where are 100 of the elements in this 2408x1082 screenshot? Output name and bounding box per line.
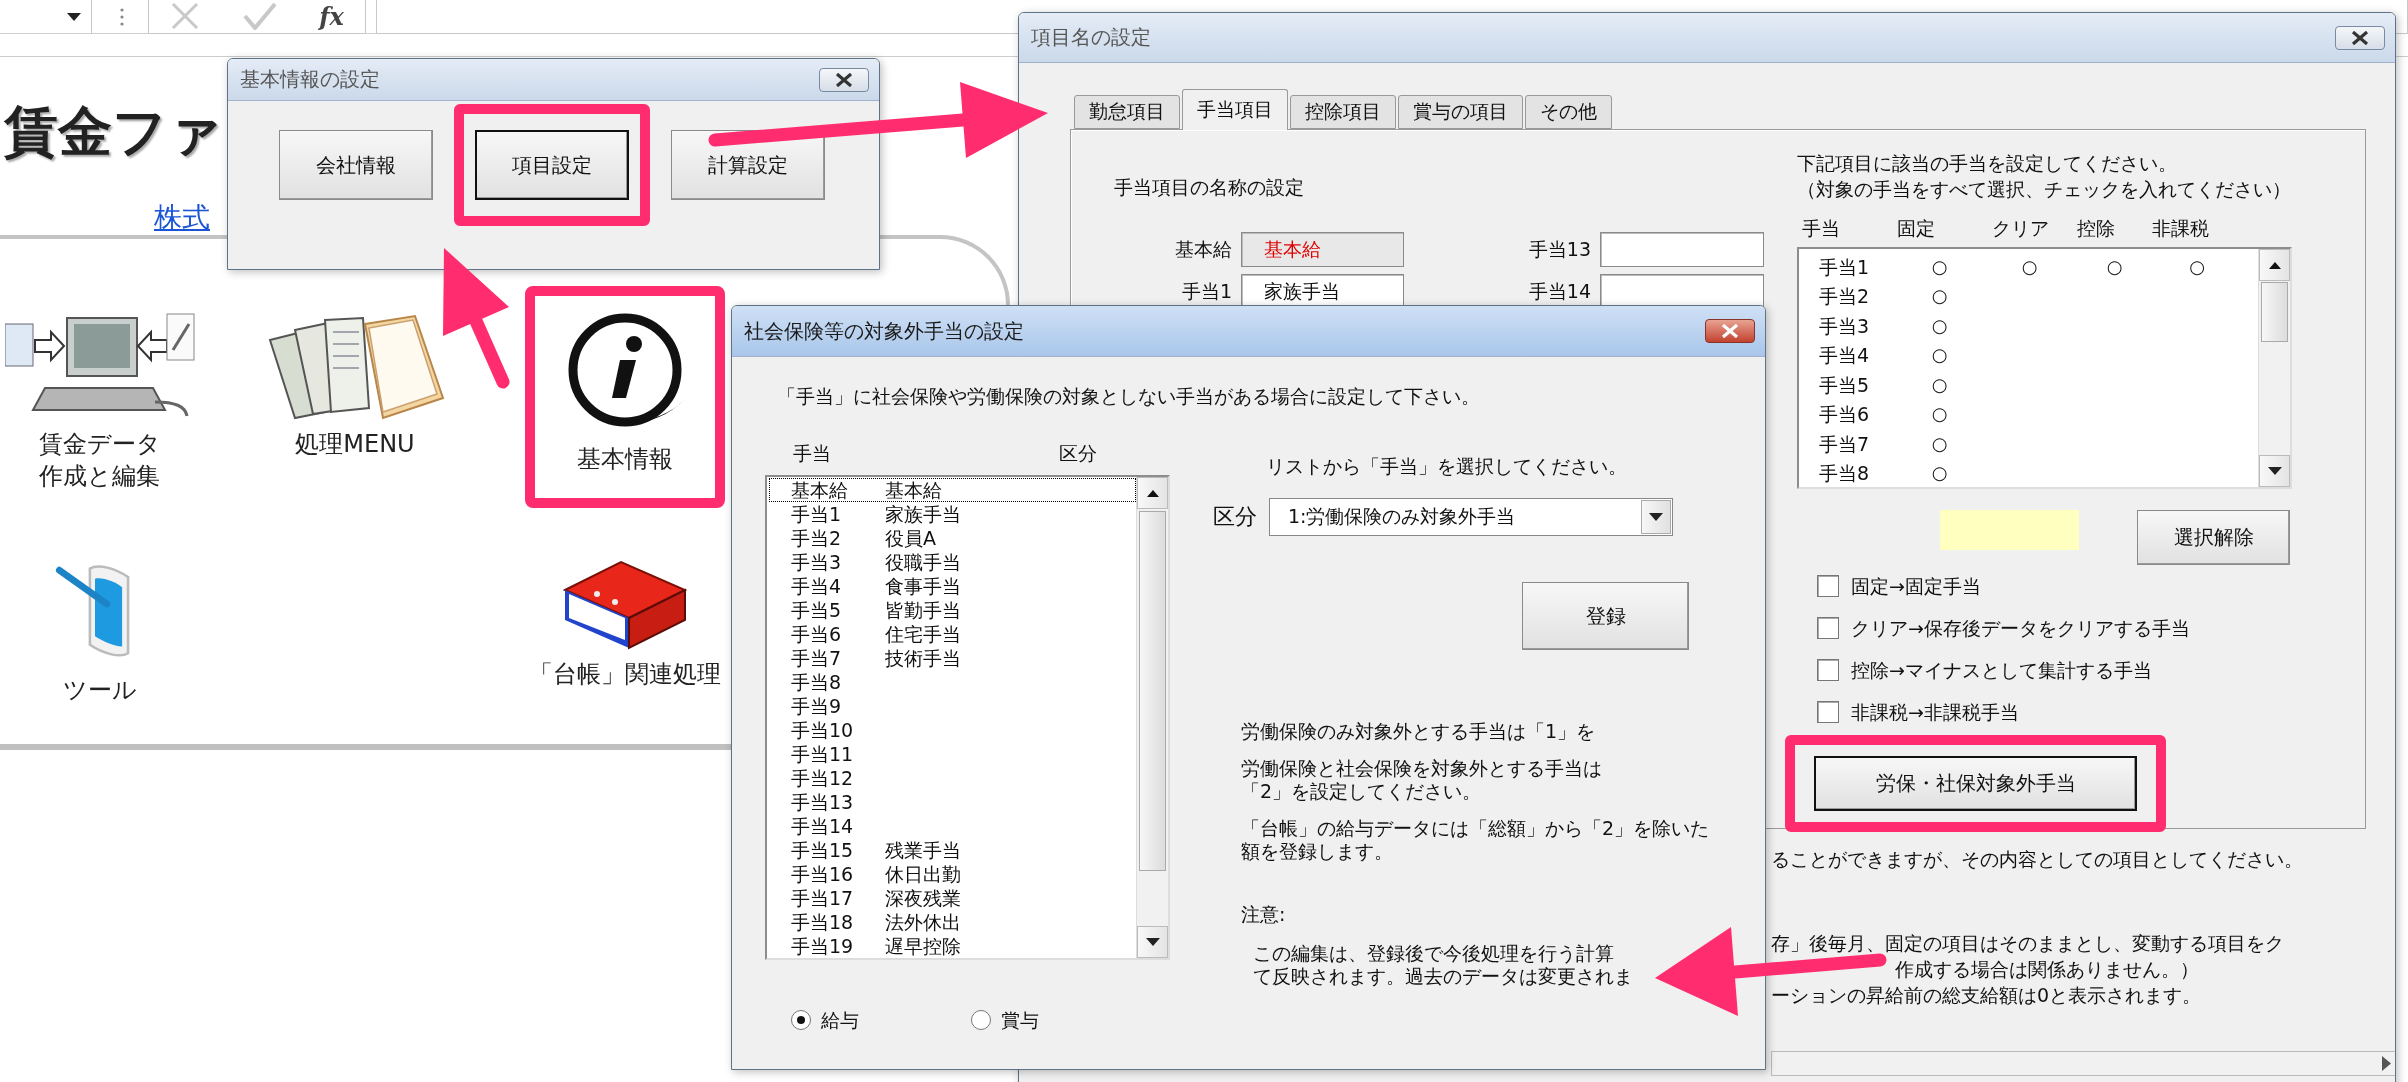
menu-item[interactable]: 「台帳」関連処理: [525, 536, 725, 716]
checkbox[interactable]: [1817, 701, 1839, 723]
vertical-scrollbar[interactable]: [1136, 477, 1168, 958]
list-item[interactable]: 手当1 家族手当: [769, 502, 1136, 526]
list-item[interactable]: 手当3 役職手当: [769, 550, 1136, 574]
dialog-button[interactable]: 項目設定: [475, 130, 629, 200]
close-button[interactable]: [819, 67, 869, 92]
menu-label: 処理MENU: [295, 429, 415, 460]
allowance-name: 手当10: [791, 718, 855, 742]
text-field[interactable]: [1600, 232, 1764, 267]
allowance-name: 手当17: [791, 886, 855, 910]
close-button[interactable]: [1705, 319, 1755, 343]
column-header: 非課税: [2152, 216, 2210, 240]
list-item[interactable]: 基本給 基本給: [769, 478, 1136, 502]
mark-symbol: ○: [1931, 254, 1948, 279]
clear-selection-button[interactable]: 選択解除: [2137, 510, 2290, 565]
tab[interactable]: 控除項目: [1290, 95, 1396, 129]
list-item[interactable]: 手当9: [769, 694, 1136, 718]
list-item[interactable]: 手当15 残業手当: [769, 838, 1136, 862]
list-item[interactable]: 手当17 深夜残業: [769, 886, 1136, 910]
tab[interactable]: 賞与の項目: [1398, 95, 1523, 129]
field-label: 手当1: [1181, 278, 1232, 304]
dropdown-caret-icon: [67, 12, 81, 21]
category-name: 法外休出: [885, 910, 962, 934]
scroll-down-icon: [2267, 467, 2282, 475]
tab[interactable]: その他: [1525, 95, 1612, 129]
category-name: 役員A: [885, 526, 937, 550]
dialog-button[interactable]: 会社情報: [279, 130, 433, 200]
register-button[interactable]: 登録: [1522, 582, 1689, 650]
menu-item[interactable]: ツール: [0, 536, 200, 716]
allowance-name: 手当7: [1819, 431, 1871, 456]
scrollbar-thumb[interactable]: [2261, 282, 2288, 342]
sheet-title: 賃金ファ: [3, 99, 222, 165]
list-item[interactable]: 手当4 食事手当: [769, 574, 1136, 598]
allowance-name: 手当2: [1819, 284, 1871, 309]
menu-label: 「台帳」関連処理: [529, 659, 721, 690]
allowance-name: 手当15: [791, 838, 855, 862]
category-name: 食事手当: [885, 574, 962, 598]
menu-label: 基本情報: [577, 444, 673, 475]
help-text: 労働保険と社会保険を対象外とする手当は「2」を設定してください。: [1241, 757, 1603, 803]
scrollbar-thumb[interactable]: [1139, 511, 1166, 871]
list-item[interactable]: 手当6 住宅手当: [769, 622, 1136, 646]
allowance-name: 手当12: [791, 766, 855, 790]
check-icon[interactable]: [242, 2, 277, 30]
allowance-name: 手当4: [1819, 343, 1871, 368]
radio-label: 賞与: [1001, 1008, 1039, 1032]
menu-item[interactable]: 処理MENU: [255, 286, 455, 508]
list-item[interactable]: 手当11: [769, 742, 1136, 766]
list-item[interactable]: 手当14: [769, 814, 1136, 838]
category-name: 技術手当: [885, 646, 962, 670]
allowance-name: 基本給: [791, 478, 849, 502]
radio-button[interactable]: [971, 1010, 991, 1030]
menu-item[interactable]: 基本情報: [525, 286, 725, 508]
list-item[interactable]: 手当18 法外休出: [769, 910, 1136, 934]
list-item[interactable]: 手当16 休日出勤: [769, 862, 1136, 886]
note-text: ることができますが、その内容としての項目としてください。: [1771, 847, 2303, 871]
category-name: 基本給: [885, 478, 943, 502]
mark-symbol: ○: [1931, 461, 1948, 486]
list-item[interactable]: 手当19 遅早控除: [769, 934, 1136, 958]
exempt-allowance-button[interactable]: 労保・社保対象外手当: [1814, 756, 2137, 811]
category-name: 休日出勤: [885, 862, 962, 886]
allowance-name: 手当8: [791, 670, 843, 694]
list-box[interactable]: 手当1 ○ ○ ○ ○ 手当2 ○ 手当3 ○ 手当4 ○ 手当5 ○ 手当6 ○ 手当7 ○ 手当8 ○: [1797, 247, 2292, 489]
list-item[interactable]: 手当10: [769, 718, 1136, 742]
list-item[interactable]: 手当8: [769, 670, 1136, 694]
list-item[interactable]: 手当2 役員A: [769, 526, 1136, 550]
allowance-name: 手当18: [791, 910, 855, 934]
window-title: 社会保険等の対象外手当の設定: [744, 317, 1024, 345]
allowance-name: 手当3: [1819, 313, 1871, 338]
allowance-name: 手当16: [791, 862, 855, 886]
radio-label: 給与: [821, 1008, 859, 1032]
category-dropdown[interactable]: 1:労働保険のみ対象外手当: [1269, 498, 1673, 536]
checkbox[interactable]: [1817, 659, 1839, 681]
company-link[interactable]: 株式: [154, 201, 210, 235]
note-text: 存」後毎月、固定の項目はそのままとし、変動する項目をク: [1771, 931, 2284, 955]
list-box[interactable]: 基本給 基本給 手当1 家族手当 手当2 役員A 手当3 役職手当 手当4 食事手当 手当5 皆勤手当 手当6 住宅手当 手当7 技術手当 手当8 手当9 手当10 手当11 手当12 手当13 手当14 手当15 残業手当 手当16 休日出勤 手当17 深夜残業 手当18 法外休出 手当19 遅早控除: [765, 475, 1170, 960]
tab[interactable]: 手当項目: [1182, 89, 1288, 130]
checkbox[interactable]: [1817, 575, 1839, 597]
horizontal-scrollbar[interactable]: [1771, 1051, 2395, 1076]
menu-label: 賃金データ 作成と編集: [39, 429, 161, 492]
mark-symbol: ○: [1931, 431, 1948, 456]
function-label[interactable]: fx: [319, 1, 344, 31]
vertical-scrollbar[interactable]: [2258, 249, 2290, 487]
radio-button[interactable]: [791, 1010, 811, 1030]
checkbox[interactable]: [1817, 617, 1839, 639]
menu-item[interactable]: 賃金データ 作成と編集: [0, 286, 200, 508]
list-item[interactable]: 手当12: [769, 766, 1136, 790]
grip-dots-icon: [120, 7, 124, 26]
list-item[interactable]: 手当13: [769, 790, 1136, 814]
allowance-name: 手当13: [791, 790, 855, 814]
category-name: 遅早控除: [885, 934, 962, 958]
column-header: 手当: [1802, 216, 1841, 240]
list-item[interactable]: 手当5 皆勤手当: [769, 598, 1136, 622]
dropdown-caret-icon: [1649, 513, 1663, 521]
close-button[interactable]: [2335, 25, 2385, 50]
category-name: 役職手当: [885, 550, 962, 574]
mark-symbol: ○: [2189, 254, 2205, 279]
list-item[interactable]: 手当7 技術手当: [769, 646, 1136, 670]
tab[interactable]: 勤怠項目: [1074, 95, 1180, 129]
scroll-up-icon: [1146, 489, 1159, 497]
